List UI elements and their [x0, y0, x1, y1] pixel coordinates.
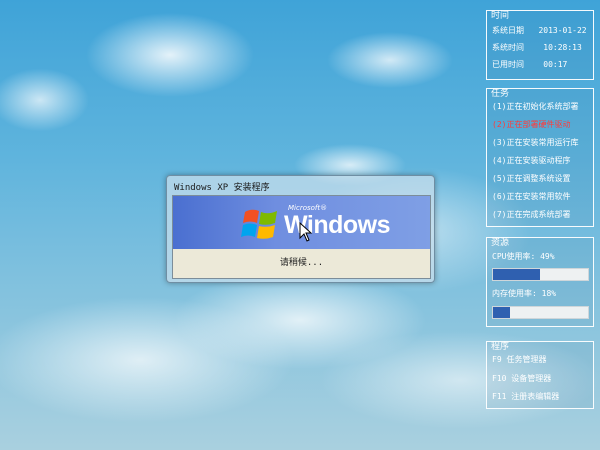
system-time-label: 系统时间	[492, 43, 524, 52]
registry-editor-shortcut[interactable]: F11 注册表编辑器	[492, 391, 559, 402]
system-date-value: 2013-01-22	[538, 26, 587, 35]
mouse-cursor-icon	[299, 222, 313, 242]
resource-panel-header: 资源	[491, 238, 510, 248]
task-item: (3)正在安装常用运行库	[492, 138, 579, 147]
task-manager-shortcut[interactable]: F9 任务管理器	[492, 354, 546, 365]
memory-usage-bar	[492, 306, 589, 319]
windows-flag-icon	[241, 209, 277, 239]
memory-usage-fill	[493, 307, 511, 318]
elapsed-time-row: 已用时间 00:17	[492, 59, 567, 70]
cpu-usage-bar	[492, 268, 589, 281]
task-panel-header: 任务	[491, 89, 510, 99]
elapsed-time-value: 00:17	[543, 60, 568, 69]
window-title: Windows XP 安装程序	[174, 183, 270, 193]
cpu-usage-label: CPU使用率: 49%	[492, 252, 555, 261]
program-panel-header: 程序	[491, 342, 510, 352]
task-panel: 任务 (1)正在初始化系统部署 (2)正在部署硬件驱动 (3)正在安装常用运行库…	[486, 88, 594, 227]
device-manager-shortcut[interactable]: F10 设备管理器	[492, 373, 551, 384]
task-item: (4)正在安装驱动程序	[492, 156, 571, 165]
resource-panel: 资源 CPU使用率: 49% 内存使用率: 18%	[486, 237, 594, 327]
system-time-row: 系统时间 10:28:13	[492, 42, 582, 53]
cpu-usage-fill	[493, 269, 540, 280]
time-panel-header: 时间	[491, 11, 510, 21]
memory-usage-label: 内存使用率: 18%	[492, 289, 557, 298]
task-item: (1)正在初始化系统部署	[492, 102, 579, 111]
status-text: 请稍候...	[279, 258, 324, 268]
system-date-label: 系统日期	[492, 26, 524, 35]
time-panel: 时间 系统日期 2013-01-22 系统时间 10:28:13 已用时间 00…	[486, 10, 594, 80]
program-panel: 程序 F9 任务管理器 F10 设备管理器 F11 注册表编辑器	[486, 341, 594, 409]
system-time-value: 10:28:13	[543, 43, 582, 52]
elapsed-time-label: 已用时间	[492, 60, 524, 69]
task-item: (7)正在完成系统部署	[492, 210, 571, 219]
task-item-active: (2)正在部署硬件驱动	[492, 120, 571, 129]
task-item: (5)正在调整系统设置	[492, 174, 571, 183]
task-item: (6)正在安装常用软件	[492, 192, 571, 201]
system-date-row: 系统日期 2013-01-22	[492, 25, 587, 36]
